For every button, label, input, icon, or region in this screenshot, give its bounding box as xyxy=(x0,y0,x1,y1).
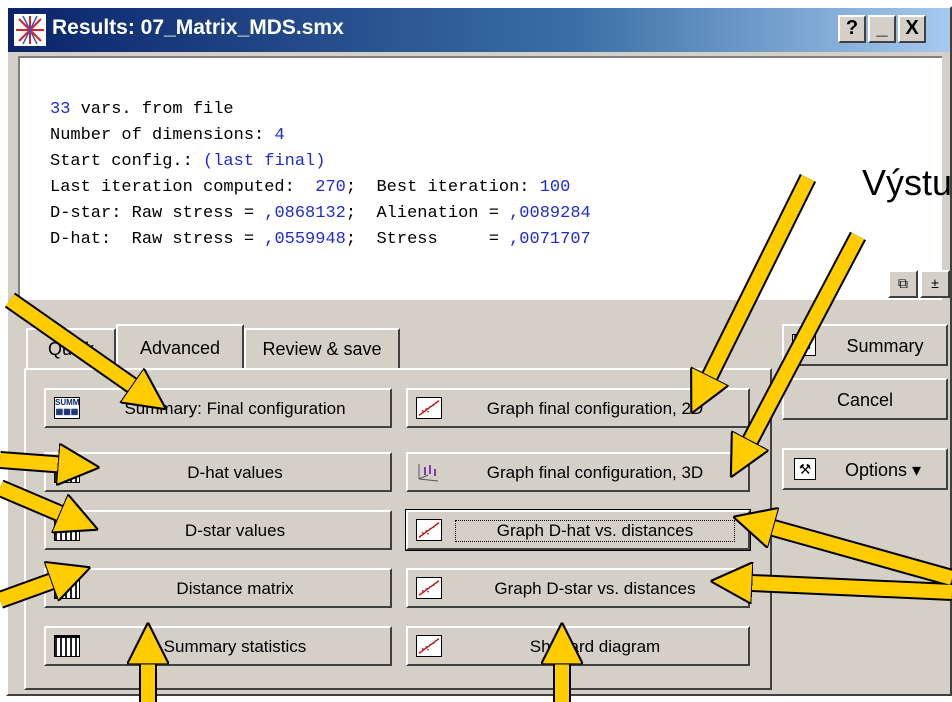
copy-icon[interactable]: ⧉ xyxy=(888,270,918,298)
tab-quick[interactable]: Quick xyxy=(26,328,116,370)
3d-plot-icon xyxy=(418,464,439,482)
app-star-icon xyxy=(14,14,46,46)
close-button[interactable]: X xyxy=(898,15,926,43)
scatterplot-icon xyxy=(416,577,442,599)
graph-dstar-vs-distances-button[interactable]: Graph D-star vs. distances xyxy=(406,568,750,608)
minimize-button[interactable]: _ xyxy=(868,15,896,43)
results-output-area[interactable]: 33 vars. from file Number of dimensions:… xyxy=(18,56,950,300)
collapse-icon[interactable]: ± xyxy=(920,270,950,298)
tab-review-save[interactable]: Review & save xyxy=(244,328,400,370)
spreadsheet-icon xyxy=(54,635,80,657)
scatterplot-icon xyxy=(416,635,442,657)
spreadsheet-icon xyxy=(54,461,80,483)
distance-matrix-button[interactable]: Distance matrix xyxy=(44,568,392,608)
output-line-dhat: D-hat: Raw stress = ,0559948; Stress = ,… xyxy=(50,230,591,249)
graph-2d-button[interactable]: Graph final configuration, 2D xyxy=(406,388,750,428)
cancel-button[interactable]: Cancel xyxy=(782,378,948,420)
scatterplot-icon xyxy=(416,519,442,541)
output-line-start-config: Start config.: (last final) xyxy=(50,152,326,171)
shepard-diagram-button[interactable]: Shepard diagram xyxy=(406,626,750,666)
annotation-text: Výstu xyxy=(862,162,952,203)
summary-final-configuration-button[interactable]: SUMM ▦▦▦ Summary: Final configuration xyxy=(44,388,392,428)
output-line-iterations: Last iteration computed: 270; Best itera… xyxy=(50,178,571,197)
title-bar[interactable]: Results: 07_Matrix_MDS.smx ? _ X xyxy=(8,8,950,52)
hammer-icon: ⚒ xyxy=(794,458,816,480)
summary-table-icon: SUMM ▦▦▦ xyxy=(54,397,80,419)
output-line-dstar: D-star: Raw stress = ,0868132; Alienatio… xyxy=(50,204,591,223)
output-line-dimensions: Number of dimensions: 4 xyxy=(50,126,285,145)
spreadsheet-icon xyxy=(54,519,80,541)
summary-button[interactable]: SUMM ▦▦ Summary xyxy=(782,324,948,366)
options-button[interactable]: ⚒ Options ▾ xyxy=(782,448,948,490)
graph-3d-button[interactable]: Graph final configuration, 3D xyxy=(406,452,750,492)
window-title: Results: 07_Matrix_MDS.smx xyxy=(52,16,344,39)
summary-table-icon: SUMM ▦▦ xyxy=(792,334,816,356)
dhat-values-button[interactable]: D-hat values xyxy=(44,452,392,492)
dstar-values-button[interactable]: D-star values xyxy=(44,510,392,550)
results-window: Results: 07_Matrix_MDS.smx ? _ X 33 vars… xyxy=(6,6,952,696)
tab-advanced[interactable]: Advanced xyxy=(116,324,244,370)
graph-dhat-vs-distances-button[interactable]: Graph D-hat vs. distances xyxy=(405,509,751,551)
output-line-vars: 33 vars. from file xyxy=(50,100,234,119)
scatterplot-icon xyxy=(416,397,442,419)
spreadsheet-icon xyxy=(54,577,80,599)
summary-statistics-button[interactable]: Summary statistics xyxy=(44,626,392,666)
help-button[interactable]: ? xyxy=(838,15,866,43)
